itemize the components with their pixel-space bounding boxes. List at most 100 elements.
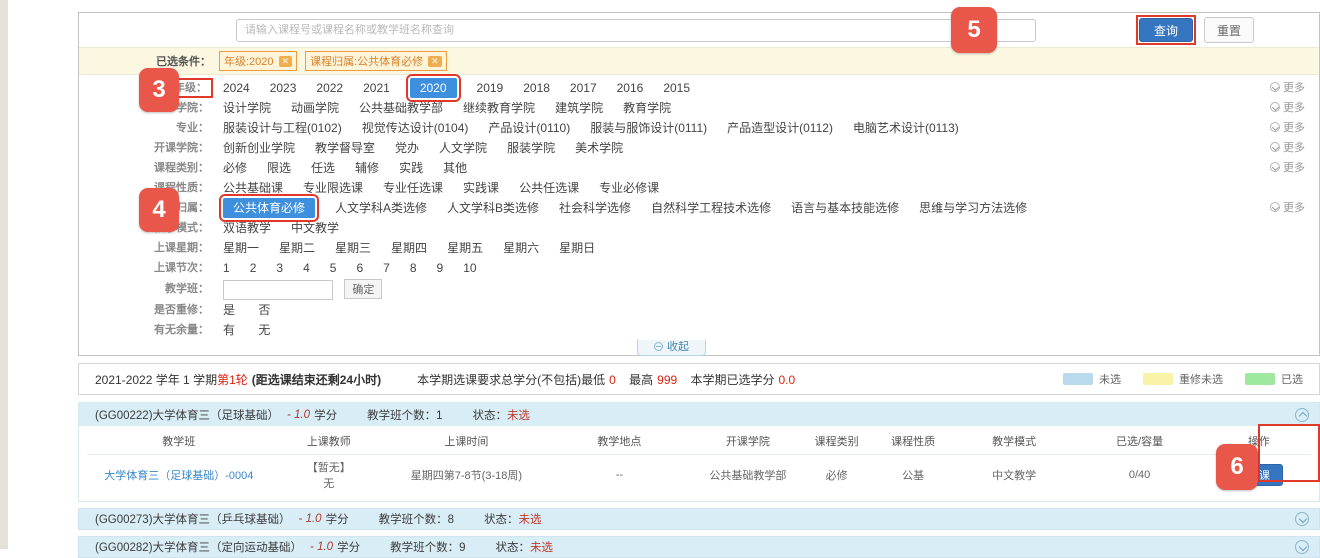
filter-option[interactable]: 教育学院 bbox=[623, 98, 671, 118]
course-section-pingpong[interactable]: (GG00273)大学体育三（乒乓球基础） - 1.0 学分 教学班个数：8 状… bbox=[78, 508, 1320, 530]
filter-option[interactable]: 双语教学 bbox=[223, 218, 271, 238]
filter-option[interactable]: 星期三 bbox=[335, 238, 371, 258]
more-link[interactable]: 更多 bbox=[1247, 198, 1319, 218]
filter-option[interactable]: 1 bbox=[223, 258, 230, 278]
filter-option[interactable]: 党办 bbox=[395, 138, 419, 158]
more-link[interactable]: 更多 bbox=[1247, 158, 1319, 178]
filter-option[interactable]: 服装设计与工程(0102) bbox=[223, 118, 342, 138]
filter-option[interactable]: 2018 bbox=[523, 78, 550, 98]
filter-option[interactable]: 星期一 bbox=[223, 238, 259, 258]
filter-option[interactable]: 2 bbox=[250, 258, 257, 278]
reset-button[interactable]: 重置 bbox=[1204, 17, 1254, 43]
filter-option[interactable]: 视觉传达设计(0104) bbox=[362, 118, 469, 138]
filter-option[interactable]: 2024 bbox=[223, 78, 250, 98]
annotation-badge-5: 5 bbox=[951, 7, 997, 53]
filter-option[interactable]: 2017 bbox=[570, 78, 597, 98]
filter-option[interactable]: 2022 bbox=[316, 78, 343, 98]
filter-option[interactable]: 专业任选课 bbox=[383, 178, 443, 198]
filter-option[interactable]: 服装学院 bbox=[507, 138, 555, 158]
search-input[interactable] bbox=[236, 19, 1036, 42]
course-section-orienteering[interactable]: (GG00282)大学体育三（定向运动基础） - 1.0 学分 教学班个数：9 … bbox=[78, 536, 1320, 558]
filter-option[interactable]: 产品造型设计(0112) bbox=[727, 118, 833, 138]
filter-option[interactable]: 2021 bbox=[363, 78, 390, 98]
condition-tag-course-attr[interactable]: 课程归属:公共体育必修 ✕ bbox=[305, 51, 447, 71]
filter-option[interactable]: 美术学院 bbox=[575, 138, 623, 158]
filter-option[interactable]: 星期六 bbox=[503, 238, 539, 258]
filter-option[interactable]: 限选 bbox=[267, 158, 291, 178]
filter-option[interactable]: 2020 bbox=[410, 78, 457, 98]
filter-option[interactable]: 人文学科A类选修 bbox=[335, 198, 427, 218]
filter-option[interactable]: 实践课 bbox=[463, 178, 499, 198]
filter-option[interactable]: 公共基础课 bbox=[223, 178, 283, 198]
filter-option[interactable]: 辅修 bbox=[355, 158, 379, 178]
filter-option[interactable]: 10 bbox=[463, 258, 476, 278]
more-link[interactable]: 更多 bbox=[1247, 78, 1319, 98]
filter-option[interactable]: 服装与服饰设计(0111) bbox=[590, 118, 707, 138]
filter-option[interactable]: 专业必修课 bbox=[599, 178, 659, 198]
filter-option[interactable]: 实践 bbox=[399, 158, 423, 178]
filter-row-capacity: 有无余量： 有 无 bbox=[79, 320, 1319, 340]
filter-option[interactable]: 星期四 bbox=[391, 238, 427, 258]
chevron-down-icon[interactable] bbox=[1295, 540, 1309, 554]
close-icon[interactable]: ✕ bbox=[428, 56, 442, 67]
filter-option[interactable]: 思维与学习方法选修 bbox=[919, 198, 1027, 218]
filter-row: 学院： 设计学院动画学院公共基础教学部继续教育学院建筑学院教育学院 更多 bbox=[79, 98, 1319, 118]
filter-option[interactable]: 人文学科B类选修 bbox=[447, 198, 539, 218]
filter-option[interactable]: 专业限选课 bbox=[303, 178, 363, 198]
filter-option[interactable]: 否 bbox=[258, 300, 270, 320]
filter-option[interactable]: 公共任选课 bbox=[519, 178, 579, 198]
filter-option[interactable]: 设计学院 bbox=[223, 98, 271, 118]
collapse-panel-tab[interactable]: 收起 bbox=[637, 339, 706, 356]
more-link[interactable]: 更多 bbox=[1247, 118, 1319, 138]
filter-option[interactable]: 2023 bbox=[270, 78, 297, 98]
filter-option[interactable]: 是 bbox=[223, 300, 235, 320]
filter-options: 是 否 bbox=[223, 300, 1319, 320]
more-link[interactable]: 更多 bbox=[1247, 98, 1319, 118]
filter-option[interactable]: 8 bbox=[410, 258, 417, 278]
filter-option[interactable]: 任选 bbox=[311, 158, 335, 178]
filter-option[interactable]: 教学督导室 bbox=[315, 138, 375, 158]
filter-option[interactable]: 4 bbox=[303, 258, 310, 278]
selection-countdown: (距选课结束还剩24小时) bbox=[252, 371, 381, 388]
filter-option[interactable]: 7 bbox=[383, 258, 390, 278]
filter-row: 上课星期： 星期一星期二星期三星期四星期五星期六星期日 bbox=[79, 238, 1319, 258]
filter-option[interactable]: 2016 bbox=[617, 78, 644, 98]
filter-option[interactable]: 9 bbox=[437, 258, 444, 278]
more-link[interactable]: 更多 bbox=[1247, 138, 1319, 158]
filter-option[interactable]: 电脑艺术设计(0113) bbox=[853, 118, 959, 138]
class-name-link[interactable]: 大学体育三（足球基础）-0004 bbox=[104, 470, 253, 482]
filter-option[interactable]: 动画学院 bbox=[291, 98, 339, 118]
filter-option[interactable]: 有 bbox=[223, 320, 235, 340]
filter-option[interactable]: 3 bbox=[276, 258, 283, 278]
filter-option[interactable]: 产品设计(0110) bbox=[488, 118, 570, 138]
filter-option[interactable]: 2015 bbox=[663, 78, 690, 98]
filter-option[interactable]: 创新创业学院 bbox=[223, 138, 295, 158]
class-name-input[interactable] bbox=[223, 280, 333, 300]
condition-tag-grade[interactable]: 年级:2020 ✕ bbox=[219, 51, 297, 71]
filter-option[interactable]: 公共体育必修 bbox=[223, 198, 315, 218]
filter-option[interactable]: 5 bbox=[330, 258, 337, 278]
filter-option[interactable]: 无 bbox=[258, 320, 270, 340]
filter-option[interactable]: 必修 bbox=[223, 158, 247, 178]
filter-option[interactable]: 星期二 bbox=[279, 238, 315, 258]
close-icon[interactable]: ✕ bbox=[279, 56, 293, 67]
filter-option[interactable]: 星期日 bbox=[559, 238, 595, 258]
course-header[interactable]: (GG00222)大学体育三（足球基础） - 1.0 学分 教学班个数：1 状态… bbox=[79, 403, 1319, 426]
filter-option[interactable]: 2019 bbox=[477, 78, 504, 98]
chevron-down-icon[interactable] bbox=[1295, 512, 1309, 526]
filter-option[interactable]: 其他 bbox=[443, 158, 467, 178]
filter-option[interactable]: 自然科学工程技术选修 bbox=[651, 198, 771, 218]
filter-option[interactable]: 建筑学院 bbox=[555, 98, 603, 118]
course-credit: - 1.0 bbox=[310, 541, 333, 553]
filter-option[interactable]: 星期五 bbox=[447, 238, 483, 258]
filter-option[interactable]: 社会科学选修 bbox=[559, 198, 631, 218]
filter-option[interactable]: 公共基础教学部 bbox=[359, 98, 443, 118]
filter-option[interactable]: 6 bbox=[356, 258, 363, 278]
query-button[interactable]: 查询 bbox=[1139, 18, 1193, 42]
chevron-up-icon[interactable] bbox=[1295, 408, 1309, 422]
confirm-button[interactable]: 确定 bbox=[344, 279, 382, 299]
filter-option[interactable]: 中文教学 bbox=[291, 218, 339, 238]
filter-option[interactable]: 语言与基本技能选修 bbox=[791, 198, 899, 218]
filter-option[interactable]: 继续教育学院 bbox=[463, 98, 535, 118]
filter-option[interactable]: 人文学院 bbox=[439, 138, 487, 158]
